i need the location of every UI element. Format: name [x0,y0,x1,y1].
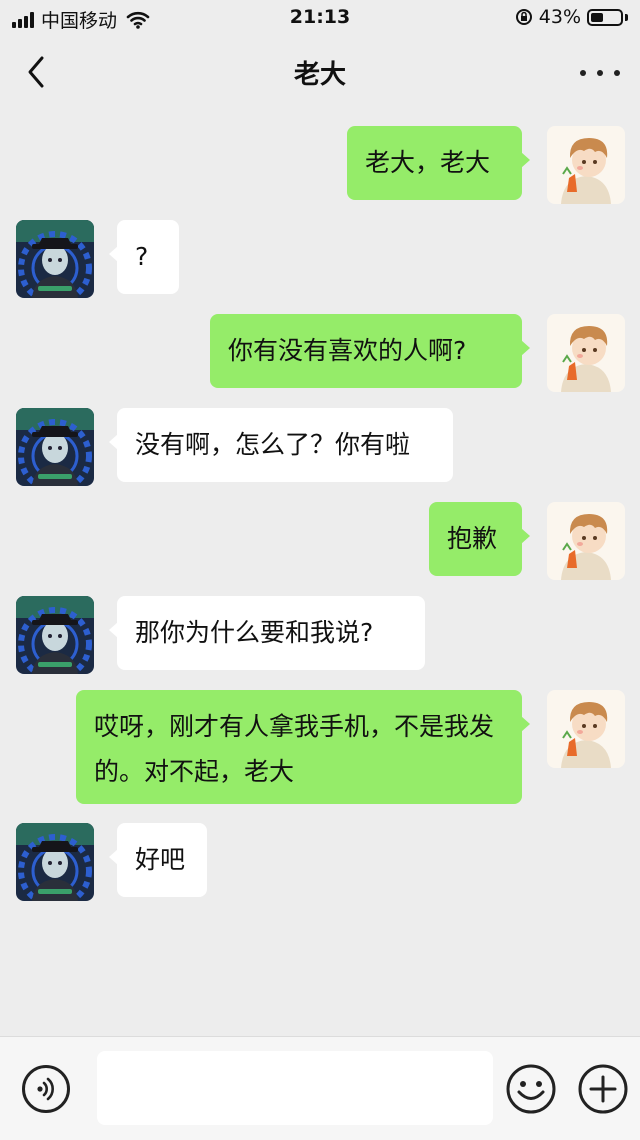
sent-message-bubble[interactable]: 老大，老大 [347,126,530,200]
contact-avatar[interactable] [16,220,94,298]
my-avatar[interactable] [547,690,625,768]
message-input[interactable] [97,1051,493,1125]
status-right: 43% [515,6,628,28]
message-row: 哎呀，刚才有人拿我手机，不是我发的。对不起，老大 [0,690,640,804]
voice-icon[interactable] [22,1065,70,1113]
contact-avatar[interactable] [16,596,94,674]
my-avatar[interactable] [547,502,625,580]
chat-title: 老大 [293,60,346,90]
plus-circle-icon[interactable] [577,1063,629,1115]
more-dots-icon[interactable] [580,58,620,88]
sent-message-bubble[interactable]: 你有没有喜欢的人啊? [210,314,530,388]
status-bar: 中国移动 21:13 43% [0,0,640,36]
battery-icon [587,8,623,26]
message-row: 那你为什么要和我说? [0,596,640,674]
message-row: 老大，老大 [0,126,640,204]
received-message-bubble[interactable]: 好吧 [109,823,207,897]
sent-message-bubble[interactable]: 哎呀，刚才有人拿我手机，不是我发的。对不起，老大 [76,690,530,804]
input-bar [0,1036,640,1140]
message-row: 你有没有喜欢的人啊? [0,314,640,392]
battery-tip [625,13,628,21]
message-list[interactable]: 老大，老大? 你有没有喜欢的人啊? 没有啊，怎么了？你有啦抱歉 那你为什么要和我说? 哎… [0,108,640,1036]
message-row: 抱歉 [0,502,640,580]
message-row: 没有啊，怎么了？你有啦 [0,408,640,486]
message-row: ? [0,220,640,298]
message-row: 好吧 [0,823,640,901]
received-message-bubble[interactable]: ? [109,220,179,294]
my-avatar[interactable] [547,126,625,204]
contact-avatar[interactable] [16,408,94,486]
my-avatar[interactable] [547,314,625,392]
received-message-bubble[interactable]: 那你为什么要和我说? [109,596,425,670]
received-message-bubble[interactable]: 没有啊，怎么了？你有啦 [109,408,453,482]
emoji-icon[interactable] [505,1063,557,1115]
nav-bar: 老大 [0,36,640,108]
rotation-lock-icon [515,9,532,25]
battery-percent: 43% [538,6,581,28]
sent-message-bubble[interactable]: 抱歉 [429,502,530,576]
contact-avatar[interactable] [16,823,94,901]
battery-fill [591,12,603,22]
